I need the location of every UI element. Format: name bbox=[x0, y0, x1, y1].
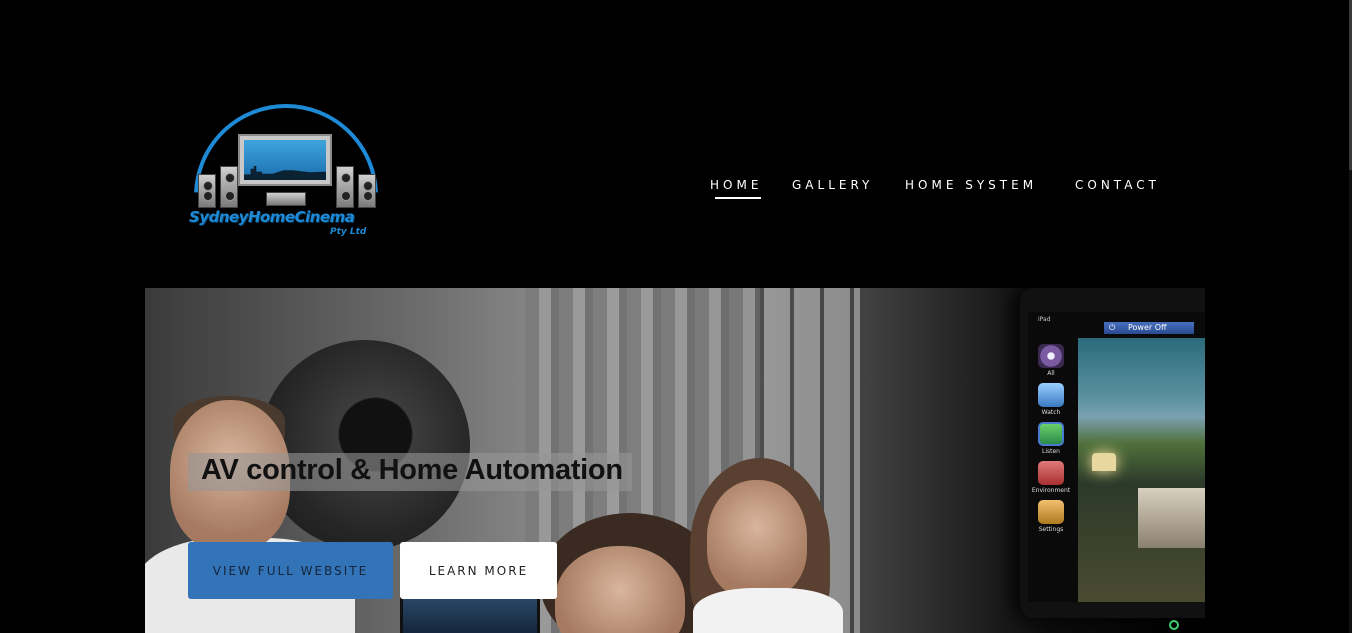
tablet-screen: iPad Power Off All Watch Listen Environm… bbox=[1028, 312, 1205, 602]
power-off-bar: Power Off bbox=[1104, 322, 1194, 334]
hero-title: AV control & Home Automation bbox=[201, 454, 623, 486]
site-logo[interactable]: SydneyHomeCinema Pty Ltd bbox=[186, 104, 386, 242]
film-camera-icon bbox=[1038, 383, 1064, 407]
lamp-image bbox=[1092, 453, 1116, 471]
tablet-menu: All Watch Listen Environment Settings bbox=[1028, 340, 1074, 602]
nav-active-underline bbox=[715, 197, 761, 199]
tablet-menu-label: Settings bbox=[1038, 526, 1064, 533]
nav-gallery[interactable]: GALLERY bbox=[792, 178, 873, 192]
gears-icon bbox=[1038, 500, 1064, 524]
nav-home-system[interactable]: HOME SYSTEM bbox=[905, 178, 1037, 192]
main-nav: HOME GALLERY HOME SYSTEM CONTACT bbox=[0, 178, 1352, 202]
logo-subtitle: Pty Ltd bbox=[330, 227, 367, 237]
handheld-tablet-image bbox=[400, 593, 540, 633]
view-full-website-button[interactable]: VIEW FULL WEBSITE bbox=[188, 542, 393, 599]
tablet-menu-label: All bbox=[1047, 370, 1055, 377]
tablet-status-bar: iPad bbox=[1038, 316, 1051, 323]
logo-name: SydneyHomeCinema bbox=[189, 208, 355, 226]
tablet-device-image: iPad Power Off All Watch Listen Environm… bbox=[1020, 288, 1205, 618]
device-led-icon bbox=[1169, 620, 1179, 630]
music-note-icon bbox=[1038, 422, 1064, 446]
tablet-menu-label: Environment bbox=[1031, 487, 1071, 494]
compass-icon bbox=[1038, 344, 1064, 368]
bed-image bbox=[1138, 488, 1205, 548]
girl-face-image bbox=[707, 480, 807, 598]
nav-home[interactable]: HOME bbox=[710, 178, 762, 192]
house-icon bbox=[1038, 461, 1064, 485]
sphere-decor-image bbox=[260, 340, 470, 550]
nav-contact[interactable]: CONTACT bbox=[1075, 178, 1160, 192]
tablet-menu-label: Listen bbox=[1042, 448, 1060, 455]
learn-more-button[interactable]: LEARN MORE bbox=[400, 542, 557, 599]
tablet-menu-label: Watch bbox=[1041, 409, 1061, 416]
bedroom-preview-image bbox=[1078, 338, 1205, 602]
girl-shirt-image bbox=[693, 588, 843, 633]
